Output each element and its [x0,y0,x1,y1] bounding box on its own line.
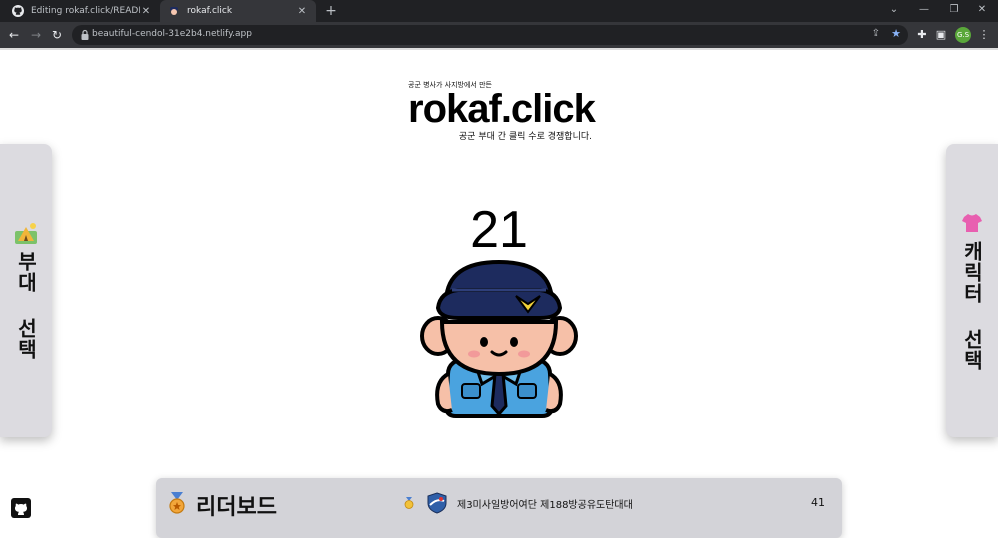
minimize-icon[interactable]: — [910,0,938,22]
forward-icon[interactable]: → [27,26,45,44]
browser-tab-rokaf[interactable]: rokaf.click ✕ [160,0,316,22]
camp-icon [15,223,37,244]
reload-icon[interactable]: ↻ [48,26,66,44]
site-logo: rokaf.click [408,87,596,131]
back-icon[interactable]: ← [5,26,23,44]
leaderboard-title: 리더보드 [196,495,277,520]
github-icon [12,5,24,17]
github-link-icon[interactable] [11,498,31,518]
leaderboard-top-unit: 제3미사일방어여단 제188방공유도탄대대 [457,500,633,511]
soldier-character[interactable] [418,256,580,422]
browser-tab-readme[interactable]: Editing rokaf.click/README.md ✕ [4,0,160,22]
unit-select-label: 부대 선택 [14,251,38,360]
address-bar[interactable]: beautiful-cendol-31e2b4.netlify.app ⇪ ★ [72,25,908,45]
click-counter: 21 [470,201,528,259]
close-window-icon[interactable]: ✕ [968,0,996,22]
leaderboard-top-score: 41 [811,496,825,509]
site-favicon-icon [168,5,180,17]
tab-title: Editing rokaf.click/README.md [31,6,140,16]
side-panel-icon[interactable]: ▣ [932,26,950,44]
new-tab-button[interactable]: + [322,2,340,20]
tab-close-icon[interactable]: ✕ [296,6,308,17]
restore-icon[interactable]: ❐ [940,0,968,22]
first-place-medal-icon [404,497,414,509]
tab-close-icon[interactable]: ✕ [140,6,152,17]
browser-toolbar: ← → ↻ beautiful-cendol-31e2b4.netlify.ap… [0,22,998,48]
page: 공군 병사가 사지방에서 만든 rokaf.click 공군 부대 간 클릭 수… [0,50,998,538]
character-select-label: 캐릭터 선택 [960,240,984,371]
menu-icon[interactable]: ⋮ [975,26,993,44]
url-text: beautiful-cendol-31e2b4.netlify.app [92,29,252,39]
medal-icon [169,492,185,514]
leaderboard-bar[interactable]: 리더보드 제3미사일방어여단 제188방공유도탄대대 41 [156,478,842,538]
tab-search-icon[interactable]: ⌄ [880,0,908,22]
bookmark-star-icon[interactable]: ★ [891,27,901,40]
share-icon[interactable]: ⇪ [872,28,880,39]
shirt-icon [962,213,982,232]
tab-title: rokaf.click [187,6,233,16]
unit-select-panel[interactable]: 부대 선택 [0,144,52,437]
unit-emblem-icon [427,492,447,514]
site-header: 공군 병사가 사지방에서 만든 rokaf.click 공군 부대 간 클릭 수… [408,80,598,142]
lock-icon [81,29,89,40]
browser-tab-strip: Editing rokaf.click/README.md ✕ rokaf.cl… [0,0,998,22]
character-select-panel[interactable]: 캐릭터 선택 [946,144,998,437]
extensions-icon[interactable]: ✚ [913,26,931,44]
profile-avatar[interactable]: G.S [955,27,971,43]
